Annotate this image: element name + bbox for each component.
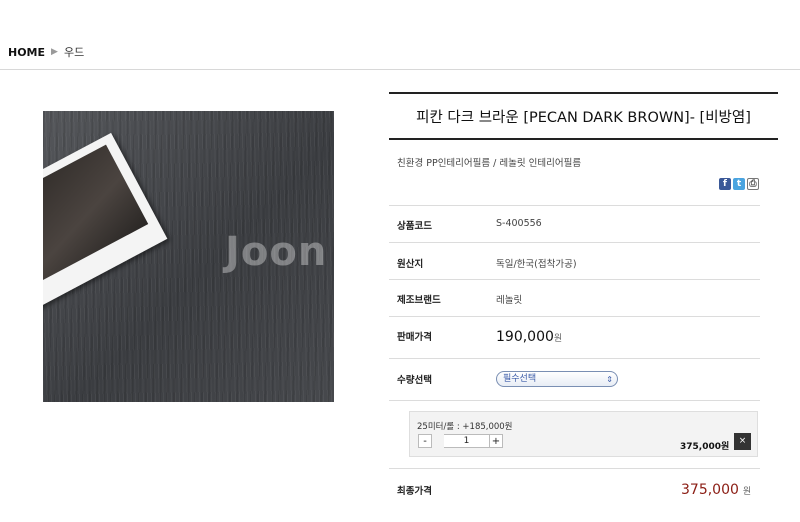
product-category: 친환경 PP인테리어필름 / 레놀릿 인테리어필름	[397, 158, 582, 169]
brand-label: 제조브랜드	[397, 295, 441, 306]
qty-input[interactable]: 1	[444, 434, 489, 448]
print-icon[interactable]: ⎙	[747, 178, 759, 190]
facebook-icon[interactable]: f	[719, 178, 731, 190]
share-icons: f t ⎙	[719, 178, 759, 190]
breadcrumb-separator-icon: ▶	[51, 47, 58, 57]
qty-label: 수량선택	[397, 375, 432, 386]
select-arrow-icon: ⇕	[606, 375, 613, 384]
qty-select[interactable]: 필수선택 ⇕	[496, 371, 618, 387]
code-value: S-400556	[496, 218, 542, 229]
origin-label: 원산지	[397, 259, 424, 270]
sample-photo-card	[43, 132, 168, 310]
option-subtotal: 375,000원	[680, 442, 730, 452]
qty-plus-button[interactable]: +	[489, 434, 503, 448]
origin-value: 독일/한국(접착가공)	[496, 259, 577, 270]
price-value: 190,000원	[496, 329, 563, 345]
remove-option-button[interactable]: ×	[734, 433, 751, 450]
brand-value: 레놀릿	[496, 295, 523, 306]
spec-divider	[389, 316, 760, 317]
spec-divider	[389, 242, 760, 243]
product-image[interactable]: Joon	[43, 111, 334, 402]
total-label: 최종가격	[397, 486, 432, 497]
selected-option: 25미터/롤 : +185,000원 - 1 + 375,000원 ×	[409, 411, 758, 457]
twitter-icon[interactable]: t	[733, 178, 745, 190]
breadcrumb: HOME ▶ 우드	[8, 44, 84, 60]
spec-divider	[389, 205, 760, 206]
spec-divider	[389, 279, 760, 280]
price-label: 판매가격	[397, 332, 432, 343]
option-name: 25미터/롤 : +185,000원	[417, 422, 513, 432]
breadcrumb-home-link[interactable]: HOME	[8, 46, 45, 59]
header-divider	[0, 69, 800, 70]
quantity-stepper: - 1 +	[418, 434, 503, 448]
spec-divider	[389, 400, 760, 401]
product-title: 피칸 다크 브라운 [PECAN DARK BROWN]- [비방염]	[389, 92, 778, 140]
spec-divider	[389, 358, 760, 359]
watermark: Joon	[225, 229, 328, 275]
total-price: 375,000 원	[681, 482, 752, 498]
breadcrumb-current[interactable]: 우드	[64, 44, 84, 60]
spec-divider	[389, 468, 760, 469]
qty-minus-button[interactable]: -	[418, 434, 432, 448]
code-label: 상품코드	[397, 221, 432, 232]
